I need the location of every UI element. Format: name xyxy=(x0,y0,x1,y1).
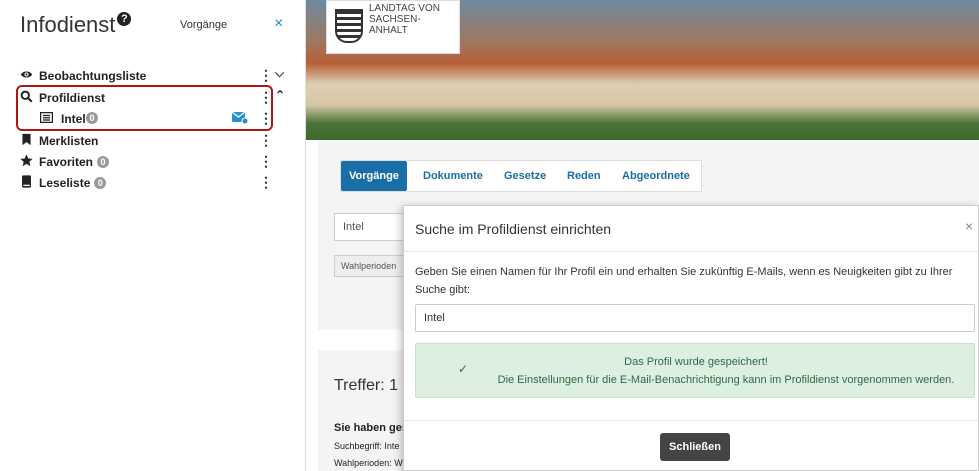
coat-of-arms-icon xyxy=(335,9,363,43)
alert-message: Die Einstellungen für die E-Mail-Benachr… xyxy=(497,374,955,386)
highlight-annotation xyxy=(16,85,273,131)
close-button[interactable]: Schließen xyxy=(660,433,730,461)
tab-abgeordnete[interactable]: Abgeordnete xyxy=(622,161,690,191)
sidebar-item-label: Favoriten 0 xyxy=(39,155,110,169)
kebab-menu-icon[interactable]: ⋮ xyxy=(259,67,273,83)
sidebar-title: Infodienst? xyxy=(20,12,132,38)
sidebar-item-label-text: Favoriten xyxy=(39,155,94,169)
dialog-title: Suche im Profildienst einrichten xyxy=(415,221,612,237)
tab-gesetze[interactable]: Gesetze xyxy=(504,161,546,191)
sidebar-item-label-text: Leseliste xyxy=(39,176,91,190)
leseliste-count-badge: 0 xyxy=(94,177,107,189)
help-icon[interactable]: ? xyxy=(117,12,132,26)
kebab-menu-icon[interactable]: ⋮ xyxy=(259,132,273,148)
logo-line2: SACHSEN-ANHALT xyxy=(369,14,421,36)
search-tabs: Vorgänge Dokumente Gesetze Reden Abgeord… xyxy=(340,160,702,192)
logo-line1: LANDTAG VON xyxy=(369,3,440,14)
results-periods: Wahlperioden: W xyxy=(334,458,403,468)
profile-dialog: Suche im Profildienst einrichten × Geben… xyxy=(403,205,979,471)
sidebar-item-merklisten[interactable]: Merklisten ⋮ xyxy=(0,131,306,151)
tab-dokumente[interactable]: Dokumente xyxy=(423,161,483,191)
results-summary: Sie haben ges xyxy=(334,422,408,434)
landtag-logo[interactable]: LANDTAG VON SACHSEN-ANHALT xyxy=(326,0,460,54)
dialog-divider xyxy=(404,251,979,252)
close-icon[interactable]: × xyxy=(965,218,973,234)
logo-text: LANDTAG VON SACHSEN-ANHALT xyxy=(369,3,459,36)
dialog-description: Geben Sie einen Namen für Ihr Profil ein… xyxy=(415,266,953,296)
chevron-down-icon[interactable]: ⌵ xyxy=(275,66,284,81)
tab-vorgaenge[interactable]: Vorgänge xyxy=(180,19,227,31)
sidebar-item-label: Leseliste 0 xyxy=(39,176,107,190)
results-count: Treffer: 1 xyxy=(334,377,399,394)
tab-vorgaenge[interactable]: Vorgänge xyxy=(341,161,407,191)
eye-icon xyxy=(20,71,33,78)
results-search-term: Suchbegriff: Inte xyxy=(334,441,400,451)
book-icon xyxy=(22,175,31,188)
sidebar-title-text: Infodienst xyxy=(20,12,116,37)
sidebar-item-label: Beobachtungsliste xyxy=(39,69,147,83)
sidebar-item-leseliste[interactable]: Leseliste 0 ⋮ xyxy=(0,173,306,193)
profile-name-input[interactable] xyxy=(415,304,975,332)
tab-reden[interactable]: Reden xyxy=(567,161,601,191)
wahlperioden-filter[interactable]: Wahlperioden xyxy=(334,255,404,277)
infodienst-sidebar: Infodienst? Vorgänge × Beobachtungsliste… xyxy=(0,0,306,471)
chevron-up-icon[interactable]: ⌃ xyxy=(275,88,285,102)
sidebar-item-label: Merklisten xyxy=(39,134,99,148)
header-banner-image: LANDTAG VON SACHSEN-ANHALT xyxy=(306,0,979,140)
favoriten-count-badge: 0 xyxy=(97,156,110,168)
kebab-menu-icon[interactable]: ⋮ xyxy=(259,174,273,190)
sidebar-item-beobachtungsliste[interactable]: Beobachtungsliste ⋮ ⌵ xyxy=(0,66,306,86)
close-icon[interactable]: × xyxy=(274,15,283,33)
dialog-divider xyxy=(404,420,979,421)
kebab-menu-icon[interactable]: ⋮ xyxy=(259,153,273,169)
star-icon xyxy=(20,154,33,167)
sidebar-header: Infodienst? Vorgänge × xyxy=(0,0,306,48)
sidebar-item-favoriten[interactable]: Favoriten 0 ⋮ xyxy=(0,152,306,172)
alert-title: Das Profil wurde gespeichert! xyxy=(624,356,768,368)
bookmark-icon xyxy=(22,133,31,146)
success-alert: ✓ Das Profil wurde gespeichert! Die Eins… xyxy=(415,343,975,398)
